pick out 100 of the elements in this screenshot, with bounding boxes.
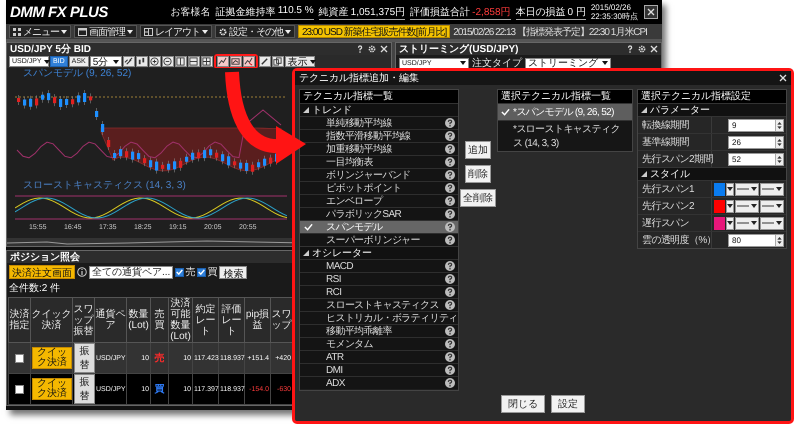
column-header[interactable]: 評価レート [218,298,244,342]
info-icon[interactable] [77,267,87,277]
column-header[interactable]: クイック決済 [30,298,72,342]
spinner-icon[interactable] [775,154,783,164]
news-headline[interactable]: 2015/02/26 22:13 【指標発表予定】22:30 1月米CPI [453,24,647,38]
line-width-dropdown[interactable] [760,216,784,230]
column-header[interactable]: スワップ [270,298,292,342]
help-icon[interactable] [445,209,455,219]
expand-icon[interactable] [641,107,647,113]
indicator-item[interactable]: DMI [300,363,458,376]
close-icon[interactable] [380,45,388,53]
color-dropdown[interactable] [726,182,734,196]
color-dropdown[interactable] [726,200,734,212]
indicator-add-icon[interactable] [216,56,229,67]
selected-indicator-item[interactable]: *スパンモデル (9, 26, 52) [498,103,632,120]
news-ticker[interactable]: 23:00 USD 新築住宅販売件数[前月比] [298,25,450,38]
column-header[interactable]: 決済指定 [8,298,30,342]
indicator-item[interactable]: MACD [300,259,458,272]
zoom-out-icon[interactable] [162,56,174,67]
number-field[interactable]: 52 [728,152,784,166]
indicator-item[interactable]: スーパーボリンジャー [300,233,458,246]
quick-settle-button[interactable]: クイック決済 [32,378,72,400]
indicator-item[interactable]: ボリンジャーバンド [300,168,458,181]
indicator-item[interactable]: ADX [300,376,458,389]
indicator-item[interactable]: 加重移動平均線 [300,142,458,155]
help-icon[interactable] [445,300,455,310]
indicator-item[interactable]: 単純移動平均線 [300,116,458,129]
help-icon[interactable] [445,352,455,362]
menu-button[interactable]: 画面管理 [74,25,137,38]
menu-button[interactable]: 設定・その他 [215,25,295,38]
split-icon[interactable] [188,56,200,67]
indicator-edit-icon[interactable] [230,56,242,67]
help-icon[interactable] [445,157,455,167]
number-field[interactable]: 80 [728,234,784,246]
line-style-dropdown[interactable] [735,200,759,212]
indicator-item[interactable]: モメンタム [300,337,458,350]
indicator-item[interactable]: スパンモデル [300,220,458,233]
column-header[interactable]: 約定レート [192,298,218,342]
indicator-item[interactable]: スローストキャスティクス [300,298,458,311]
close-icon[interactable] [647,8,655,16]
link-icon[interactable] [122,56,135,67]
spinner-icon[interactable] [775,136,783,148]
menu-button[interactable]: メニュー [9,25,71,38]
copy-icon[interactable] [272,56,284,67]
color-swatch[interactable] [714,216,725,230]
columns-icon[interactable] [174,56,187,67]
help-icon[interactable] [445,144,455,154]
help-icon[interactable] [445,196,455,206]
column-header[interactable]: pip損益 [244,298,270,342]
dialog-button[interactable]: 設定 [551,395,585,413]
checkbox[interactable] [175,268,184,276]
help-icon[interactable] [445,365,455,375]
help-icon[interactable] [445,235,455,245]
group-header[interactable]: トレンド [300,103,458,116]
color-dropdown[interactable] [726,216,734,230]
line-width-dropdown[interactable] [760,200,784,212]
indicator-item[interactable]: 移動平均乖離率 [300,324,458,337]
help-icon[interactable] [445,326,455,336]
grid-icon[interactable] [200,56,213,67]
help-icon[interactable] [445,339,455,349]
indicator-item[interactable]: ATR [300,350,458,363]
close-button[interactable] [644,5,658,19]
indicator-item[interactable]: RCI [300,285,458,298]
help-icon[interactable] [626,45,634,53]
indicator-item[interactable]: ヒストリカル・ボラティリティ [300,311,458,324]
line-style-dropdown[interactable] [735,182,759,196]
indicator-item[interactable]: RSI [300,272,458,285]
menu-button[interactable]: レイアウト [140,25,212,38]
expand-icon[interactable] [303,107,309,113]
interval-dropdown[interactable]: 5分 [90,56,122,67]
column-header[interactable]: 数量(Lot) [126,298,150,342]
action-button[interactable]: 全削除 [460,189,496,207]
help-icon[interactable] [445,378,455,388]
group-header[interactable]: オシレーター [300,246,458,259]
quick-settle-button[interactable]: クイック決済 [32,347,72,369]
dialog-button[interactable]: 閉じる [501,395,545,413]
group-header[interactable]: スタイル [638,167,786,180]
pen-icon[interactable] [258,56,271,67]
order-type-dropdown[interactable]: ストリーミング [525,58,611,68]
help-icon[interactable] [445,287,455,297]
spinner-icon[interactable] [775,234,783,246]
checkbox[interactable] [197,268,206,276]
help-icon[interactable] [445,131,455,141]
settings-icon[interactable] [638,45,646,53]
column-header[interactable]: 売買 [150,298,168,342]
indicator-item[interactable]: ピボットポイント [300,181,458,194]
help-icon[interactable] [356,45,364,53]
settle-order-button[interactable]: 決済注文画面 [9,265,75,279]
help-icon[interactable] [445,261,455,271]
close-icon[interactable] [650,45,658,53]
action-button[interactable]: 削除 [465,165,491,183]
checkbox[interactable] [15,354,24,362]
search-button[interactable]: 検索 [219,266,248,278]
number-field[interactable]: 9 [728,118,784,132]
group-header[interactable]: パラメーター [638,103,786,116]
number-field[interactable]: 26 [728,136,784,148]
zoom-in-icon[interactable] [148,56,161,67]
column-header[interactable]: 決済可能数量(Lot) [168,298,192,342]
indicator-item[interactable]: 一目均衡表 [300,155,458,168]
column-header[interactable]: スワップ振替 [72,298,94,342]
